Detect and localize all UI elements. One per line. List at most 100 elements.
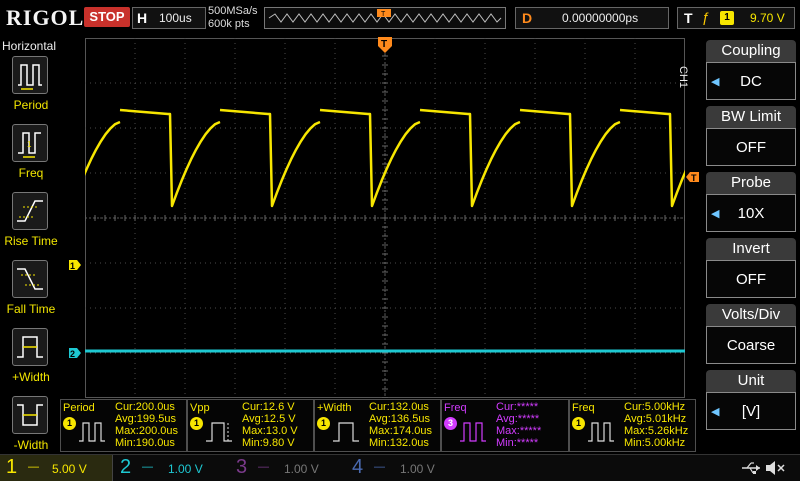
channel-status-bar: 1 — 5.00 V 2 — 1.00 V 3 — 1.00 V 4 — 1.0… — [0, 454, 800, 481]
trigger-key: T — [684, 10, 693, 26]
period-measure-button[interactable] — [12, 56, 48, 94]
fall-time-measure-button[interactable] — [12, 260, 48, 298]
probe-value: 10X — [737, 205, 765, 222]
freq-measure-button[interactable]: 1 — [12, 124, 48, 162]
measurement-freq-ch1[interactable]: Freq 1 Cur:5.00kHz Avg:5.01kHz Max:5.26k… — [569, 399, 696, 452]
delay-box[interactable]: D 0.00000000ps — [515, 7, 669, 29]
measurement-name: Freq — [572, 402, 595, 414]
dc-coupling-icon: — — [374, 461, 385, 473]
measurement-name: Period — [63, 402, 95, 414]
trigger-source-badge: 1 — [720, 11, 734, 25]
freq-label: Freq — [18, 166, 44, 180]
trigger-position-marker[interactable]: T — [377, 36, 393, 56]
ch4-scale: 1.00 V — [400, 462, 435, 476]
measurement-positive-width[interactable]: +Width 1 Cur:132.0us Avg:136.5us Max:174… — [314, 399, 441, 452]
negative-width-measure-button[interactable] — [12, 396, 48, 434]
rise-time-measure-button[interactable] — [12, 192, 48, 230]
speaker-mute-icon[interactable] — [764, 458, 786, 478]
bw-limit-softkey[interactable]: OFF — [706, 128, 796, 166]
frequency-icon — [460, 422, 486, 442]
left-measure-menu: Horizontal Period 1 Freq Rise Time Fall … — [0, 36, 60, 454]
ch2-scale: 1.00 V — [168, 462, 203, 476]
delay-key: D — [522, 10, 533, 26]
svg-text:1: 1 — [27, 140, 32, 149]
memory-trigger-label: T — [381, 11, 386, 18]
trigger-level-value: 9.70 V — [750, 11, 785, 25]
sample-rate: 500MSa/s — [208, 5, 258, 17]
measurement-average: Avg:5.01kHz — [624, 413, 687, 425]
measurement-average: Avg:***** — [496, 413, 540, 425]
ch4-status[interactable]: 4 — 1.00 V — [348, 455, 460, 481]
ch3-number: 3 — [236, 456, 248, 478]
volts-div-title: Volts/Div — [706, 304, 796, 326]
memory-depth: 600k pts — [208, 18, 250, 30]
measurement-freq-ch3[interactable]: Freq 3 Cur:***** Avg:***** Max:***** Min… — [441, 399, 569, 452]
trigger-position-label: T — [381, 39, 387, 50]
left-arrow-icon: ◀ — [711, 208, 720, 220]
horizontal-timebase-box[interactable]: H 100us — [132, 7, 206, 29]
period-label: Period — [13, 98, 49, 112]
unit-softkey[interactable]: ◀ [V] — [706, 392, 796, 430]
period-icon — [18, 64, 42, 90]
ch2-status[interactable]: 2 — 1.00 V — [116, 455, 228, 481]
measurement-min: Min:9.80 V — [242, 437, 295, 449]
measurement-name: Freq — [444, 402, 467, 414]
positive-width-measure-button[interactable] — [12, 328, 48, 366]
bw-limit-value: OFF — [736, 139, 766, 156]
measurement-current: Cur:12.6 V — [242, 401, 295, 413]
waveform-display[interactable] — [19, 37, 721, 399]
measurement-current: Cur:132.0us — [369, 401, 429, 413]
fall-time-label: Fall Time — [6, 302, 56, 316]
probe-softkey[interactable]: ◀ 10X — [706, 194, 796, 232]
measurement-name: Vpp — [190, 402, 210, 414]
probe-title: Probe — [706, 172, 796, 194]
trigger-level-label: T — [691, 173, 697, 183]
measurement-source-badge: 1 — [572, 417, 585, 430]
measurement-current: Cur:***** — [496, 401, 539, 413]
ch1-offset-marker[interactable]: 1 — [68, 259, 82, 271]
ch2-offset-marker[interactable]: 2 — [68, 347, 82, 359]
measurement-max: Max:13.0 V — [242, 425, 298, 437]
negative-width-label: -Width — [13, 438, 49, 452]
dc-coupling-icon: — — [142, 461, 153, 473]
measurement-average: Avg:199.5us — [115, 413, 176, 425]
ch3-status[interactable]: 3 — 1.00 V — [232, 455, 344, 481]
usb-icon — [742, 462, 760, 474]
rising-edge-icon: ƒ — [702, 9, 710, 25]
invert-value: OFF — [736, 271, 766, 288]
negative-width-icon — [17, 404, 43, 426]
coupling-value: DC — [740, 73, 762, 90]
run-stop-status[interactable]: STOP — [84, 7, 130, 27]
measurement-max: Max:174.0us — [369, 425, 432, 437]
measurement-max: Max:200.0us — [115, 425, 178, 437]
delay-value: 0.00000000ps — [562, 11, 639, 25]
volts-div-softkey[interactable]: Coarse — [706, 326, 796, 364]
measurement-max: Max:5.26kHz — [624, 425, 689, 437]
measurement-min: Min:***** — [496, 437, 539, 449]
bw-limit-title: BW Limit — [706, 106, 796, 128]
memory-overview-bar: T — [264, 7, 506, 29]
vpp-icon — [206, 422, 232, 442]
measurement-source-badge: 1 — [190, 417, 203, 430]
frequency-icon: 1 — [18, 132, 41, 158]
measurement-source-badge: 1 — [63, 417, 76, 430]
ch1-marker-label: 1 — [70, 261, 75, 271]
ch1-number: 1 — [6, 456, 18, 478]
trigger-level-marker[interactable]: T — [686, 171, 700, 183]
ch3-scale: 1.00 V — [284, 462, 319, 476]
rise-time-label: Rise Time — [4, 234, 58, 248]
coupling-softkey[interactable]: ◀ DC — [706, 62, 796, 100]
measurement-min: Min:5.00kHz — [624, 437, 686, 449]
fall-time-icon — [17, 268, 43, 290]
measurement-period[interactable]: Period 1 Cur:200.0us Avg:199.5us Max:200… — [60, 399, 187, 452]
trigger-box[interactable]: T ƒ 1 9.70 V — [677, 7, 795, 29]
invert-softkey[interactable]: OFF — [706, 260, 796, 298]
left-arrow-icon: ◀ — [711, 406, 720, 418]
horizontal-key: H — [137, 10, 148, 26]
measurement-vpp[interactable]: Vpp 1 Cur:12.6 V Avg:12.5 V Max:13.0 V M… — [187, 399, 314, 452]
ch1-status[interactable]: 1 — 5.00 V — [0, 455, 113, 481]
volts-div-value: Coarse — [726, 337, 776, 354]
period-icon — [79, 422, 105, 442]
timebase-value: 100us — [159, 11, 192, 25]
channel-menu-label: CH1 — [677, 66, 689, 89]
